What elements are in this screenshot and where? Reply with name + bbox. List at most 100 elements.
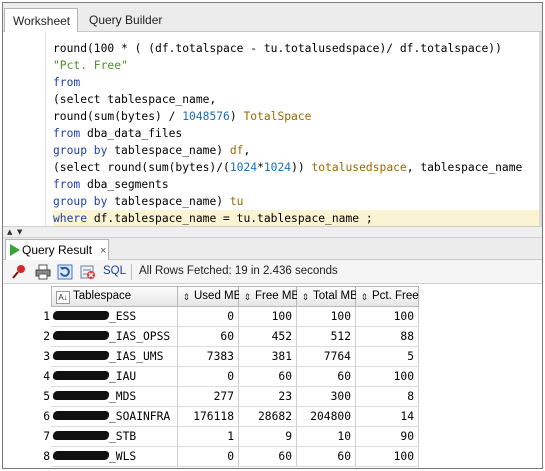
table-cell-pct[interactable]: 8 — [356, 387, 419, 407]
tablespace-name: _IAU — [109, 370, 137, 383]
code-line[interactable]: (select tablespace_name, — [53, 91, 541, 108]
refresh-icon[interactable] — [57, 264, 73, 280]
table-cell-name[interactable]: _WLS — [51, 447, 178, 467]
column-header-used-mb[interactable]: ⇕ Used MB — [178, 286, 241, 307]
tab-worksheet[interactable]: Worksheet — [4, 8, 78, 32]
cancel-query-icon[interactable] — [80, 264, 96, 280]
table-row[interactable]: 6 _SOAINFRA 176118 28682 204800 14 — [3, 407, 423, 427]
sql-button[interactable]: SQL — [103, 265, 126, 277]
table-cell-name[interactable]: _STB — [51, 427, 178, 447]
splitter-collapse-icon[interactable]: ▲ — [7, 229, 12, 236]
code-token: group by — [53, 195, 108, 208]
table-row[interactable]: 1 _ESS 0 100 100 100 — [3, 307, 423, 327]
table-cell-total[interactable]: 7764 — [297, 347, 356, 367]
code-token: df — [229, 144, 244, 157]
code-token: round(sum(bytes) / — [53, 110, 183, 123]
pane-splitter[interactable]: ▲ ▼ — [3, 226, 542, 238]
splitter-expand-icon[interactable]: ▼ — [17, 229, 22, 236]
sort-icon[interactable]: ⇕ — [182, 292, 191, 305]
table-cell-total[interactable]: 100 — [297, 307, 356, 327]
sort-icon[interactable]: ⇕ — [243, 292, 252, 305]
column-header-pct-free[interactable]: ⇕ Pct. Free — [356, 286, 419, 307]
code-line[interactable]: (select round(sum(bytes)/(1024*1024)) to… — [53, 159, 541, 176]
close-icon[interactable]: × — [100, 245, 106, 257]
table-cell-used[interactable]: 1 — [178, 427, 239, 447]
code-token: TotalSpace — [243, 110, 312, 123]
code-line[interactable]: from dba_data_files — [53, 125, 541, 142]
table-cell-used[interactable]: 0 — [178, 447, 239, 467]
results-grid[interactable]: A↓ Tablespace ⇕ Used MB ⇕ Free MB ⇕ Total MB… — [3, 284, 542, 468]
table-cell-used[interactable]: 277 — [178, 387, 239, 407]
table-cell-free[interactable]: 100 — [239, 307, 297, 327]
sort-icon[interactable]: ⇕ — [301, 292, 310, 305]
table-cell-name[interactable]: _SOAINFRA — [51, 407, 178, 427]
table-cell-free[interactable]: 381 — [239, 347, 297, 367]
table-cell-total[interactable]: 512 — [297, 327, 356, 347]
table-cell-used[interactable]: 176118 — [178, 407, 239, 427]
column-header-total-mb[interactable]: ⇕ Total MB — [297, 286, 358, 307]
sql-code[interactable]: round(100 * ( (df.totalspace - tu.totalu… — [53, 32, 541, 226]
table-cell-pct[interactable]: 14 — [356, 407, 419, 427]
table-cell-pct[interactable]: 5 — [356, 347, 419, 367]
table-row[interactable]: 8 _WLS 0 60 60 100 — [3, 447, 423, 467]
code-line[interactable]: where df.tablespace_name = tu.tablespace… — [53, 210, 541, 226]
table-cell-total[interactable]: 300 — [297, 387, 356, 407]
table-row[interactable]: 7 _STB 1 9 10 90 — [3, 427, 423, 447]
result-toolbar: SQL All Rows Fetched: 19 in 2.436 second… — [3, 260, 542, 284]
row-number: 7 — [43, 430, 50, 443]
tab-query-builder[interactable]: Query Builder — [81, 8, 171, 32]
sql-editor[interactable]: round(100 * ( (df.totalspace - tu.totalu… — [3, 32, 542, 226]
table-cell-name[interactable]: _ESS — [51, 307, 178, 327]
editor-scrollbar[interactable] — [539, 32, 541, 226]
table-cell-name[interactable]: _MDS — [51, 387, 178, 407]
table-cell-free[interactable]: 60 — [239, 447, 297, 467]
code-line[interactable]: "Pct. Free" — [53, 57, 541, 74]
code-token: (select round(sum(bytes)/( — [53, 161, 230, 174]
editor-gutter — [3, 32, 46, 226]
table-cell-name[interactable]: _IAS_UMS — [51, 347, 178, 367]
column-header-tablespace[interactable]: A↓ Tablespace — [51, 286, 178, 307]
table-cell-used[interactable]: 7383 — [178, 347, 239, 367]
table-cell-free[interactable]: 23 — [239, 387, 297, 407]
print-icon[interactable] — [35, 264, 51, 280]
code-line[interactable]: group by tablespace_name) df, — [53, 142, 541, 159]
table-cell-pct[interactable]: 90 — [356, 427, 419, 447]
code-line[interactable] — [53, 32, 541, 40]
table-cell-free[interactable]: 60 — [239, 367, 297, 387]
table-cell-total[interactable]: 60 — [297, 367, 356, 387]
table-cell-used[interactable]: 60 — [178, 327, 239, 347]
table-row[interactable]: 4 _IAU 0 60 60 100 — [3, 367, 423, 387]
table-cell-name[interactable]: _IAU — [51, 367, 178, 387]
fetch-status: All Rows Fetched: 19 in 2.436 seconds — [139, 265, 338, 277]
table-row[interactable]: 3 _IAS_UMS 7383 381 7764 5 — [3, 347, 423, 367]
table-cell-name[interactable]: _IAS_OPSS — [51, 327, 178, 347]
table-cell-free[interactable]: 28682 — [239, 407, 297, 427]
code-token: "Pct. Free" — [53, 59, 128, 72]
code-line[interactable]: round(100 * ( (df.totalspace - tu.totalu… — [53, 40, 541, 57]
table-cell-free[interactable]: 452 — [239, 327, 297, 347]
tab-query-result[interactable]: Query Result × — [5, 239, 109, 260]
code-line[interactable]: from dba_segments — [53, 176, 541, 193]
redaction-mark — [52, 391, 110, 400]
table-cell-used[interactable]: 0 — [178, 367, 239, 387]
tablespace-name: _ESS — [109, 310, 137, 323]
table-cell-pct[interactable]: 100 — [356, 447, 419, 467]
table-row[interactable]: 5 _MDS 277 23 300 8 — [3, 387, 423, 407]
table-row[interactable]: 2 _IAS_OPSS 60 452 512 88 — [3, 327, 423, 347]
pin-icon[interactable] — [11, 264, 27, 280]
table-cell-used[interactable]: 0 — [178, 307, 239, 327]
table-cell-total[interactable]: 60 — [297, 447, 356, 467]
table-cell-free[interactable]: 9 — [239, 427, 297, 447]
sort-icon[interactable]: A↓ — [56, 291, 70, 304]
table-cell-pct[interactable]: 100 — [356, 367, 419, 387]
table-cell-total[interactable]: 204800 — [297, 407, 356, 427]
code-line[interactable]: group by tablespace_name) tu — [53, 193, 541, 210]
table-cell-total[interactable]: 10 — [297, 427, 356, 447]
code-token: round(100 * ( (df.totalspace - tu.totalu… — [53, 42, 502, 55]
code-line[interactable]: from — [53, 74, 541, 91]
sort-icon[interactable]: ⇕ — [360, 292, 369, 305]
code-line[interactable]: round(sum(bytes) / 1048576) TotalSpace — [53, 108, 541, 125]
column-header-free-mb[interactable]: ⇕ Free MB — [239, 286, 299, 307]
table-cell-pct[interactable]: 88 — [356, 327, 419, 347]
table-cell-pct[interactable]: 100 — [356, 307, 419, 327]
